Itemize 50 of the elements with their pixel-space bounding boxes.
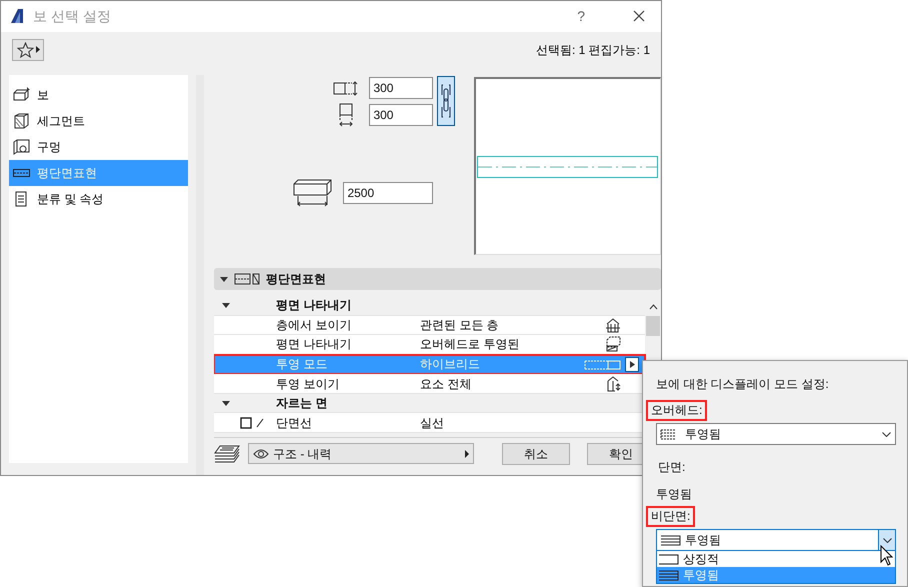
link-toggle-button[interactable] bbox=[437, 76, 455, 126]
cancel-button[interactable]: 취소 bbox=[502, 442, 570, 464]
property-row[interactable]: 투영 보이기 요소 전체 bbox=[214, 374, 645, 394]
sidebar-item-icon bbox=[13, 87, 30, 103]
sidebar-item-icon bbox=[13, 113, 30, 129]
select-dropdown[interactable]: 투영됨 bbox=[656, 423, 896, 445]
beam-length-icon bbox=[293, 179, 334, 207]
close-icon[interactable] bbox=[633, 10, 645, 22]
section-header[interactable]: 평단면표현 bbox=[214, 268, 661, 290]
lines-icon bbox=[660, 534, 681, 546]
beam-height-icon bbox=[333, 80, 360, 96]
floor-plan-icon bbox=[234, 273, 260, 285]
caret-icon bbox=[465, 450, 469, 458]
field-label: 오버헤드: bbox=[646, 400, 708, 421]
sidebar-item-icon bbox=[13, 139, 30, 155]
chevron-down-icon bbox=[882, 538, 892, 542]
lines-icon bbox=[658, 568, 679, 582]
layers-icon bbox=[214, 444, 240, 462]
width-field[interactable]: 300 bbox=[369, 104, 434, 126]
app-logo-icon bbox=[9, 8, 25, 24]
property-row[interactable]: 단면선 실선 bbox=[214, 413, 645, 433]
selection-info: 선택됨: 1 편집가능: 1 bbox=[536, 42, 650, 59]
layer-name: 구조 - 내력 bbox=[273, 446, 333, 462]
chain-link-icon bbox=[441, 83, 451, 119]
chevron-down-icon bbox=[882, 432, 891, 436]
select-dropdown[interactable]: 투영됨 bbox=[656, 529, 896, 551]
layer-dropdown[interactable]: 구조 - 내력 bbox=[248, 443, 474, 464]
help-button[interactable]: ? bbox=[577, 6, 585, 27]
field-value: 투영됨 bbox=[656, 487, 693, 502]
popup-title: 보에 대한 디스플레이 모드 설정: bbox=[656, 377, 830, 392]
section-title: 평단면표현 bbox=[266, 271, 326, 288]
pencil-icon bbox=[256, 418, 264, 428]
field-label: 단면: bbox=[657, 459, 686, 476]
mouse-cursor-icon bbox=[880, 545, 894, 566]
favorites-button[interactable] bbox=[12, 38, 44, 61]
window-title: 보 선택 설정 bbox=[33, 6, 111, 26]
star-icon bbox=[16, 42, 34, 58]
property-row[interactable]: 평면 나타내기 오버헤드로 투영된 bbox=[214, 335, 645, 355]
length-field[interactable]: 2500 bbox=[343, 182, 434, 204]
plan-symbol-icon bbox=[605, 336, 621, 352]
property-row[interactable]: 층에서 보이기 관련된 모든 층 bbox=[214, 316, 645, 336]
height-field[interactable]: 300 bbox=[369, 77, 434, 99]
checkbox-icon[interactable] bbox=[240, 416, 252, 429]
caret-icon bbox=[36, 46, 40, 54]
field-label: 비단면: bbox=[646, 506, 696, 527]
scroll-up-icon[interactable] bbox=[648, 304, 658, 310]
eye-icon bbox=[253, 448, 269, 458]
scrollbar-thumb[interactable] bbox=[646, 316, 660, 336]
plan-symbol-icon bbox=[605, 376, 621, 392]
plan-symbol-icon bbox=[605, 316, 621, 333]
